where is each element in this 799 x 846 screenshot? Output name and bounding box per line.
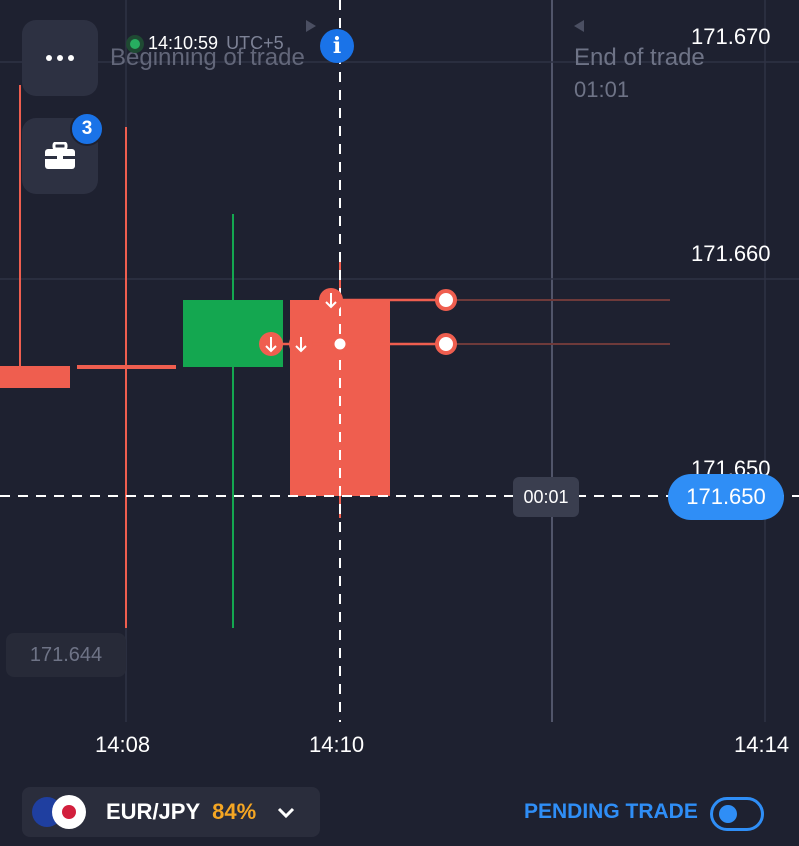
arrow-down-icon xyxy=(289,332,313,356)
payout-percent: 84% xyxy=(212,799,257,824)
clock-timezone: UTC+5 xyxy=(226,33,284,53)
time-axis-label: 14:14 xyxy=(734,732,790,757)
pending-trade-toggle[interactable] xyxy=(710,797,764,831)
end-of-trade-time: 01:01 xyxy=(574,77,630,102)
currency-flags-icon xyxy=(32,795,92,829)
current-price-badge: 171.650 xyxy=(668,474,784,520)
arrow-down-icon xyxy=(319,288,343,312)
more-menu-button[interactable] xyxy=(22,20,98,96)
trade-marker xyxy=(435,333,457,355)
arrow-down-icon xyxy=(259,332,283,356)
info-icon[interactable]: i xyxy=(320,29,354,63)
triangle-right-icon xyxy=(306,20,316,32)
briefcase-icon xyxy=(45,142,75,169)
time-axis-label: 14:10 xyxy=(309,732,365,757)
jp-flag-icon xyxy=(52,795,86,829)
candle-body-bear xyxy=(77,365,176,369)
price-axis-label: 171.660 xyxy=(691,241,771,266)
chevron-down-icon xyxy=(278,807,295,819)
toggle-knob xyxy=(719,805,737,823)
online-status-icon xyxy=(130,38,140,49)
open-trades-count-badge: 3 xyxy=(70,112,104,146)
more-icon xyxy=(46,55,74,61)
min-price-label: 171.644 xyxy=(6,633,126,677)
asset-selector[interactable]: EUR/JPY 84% xyxy=(22,787,320,837)
trade-marker xyxy=(435,289,457,311)
time-axis-label: 14:08 xyxy=(95,732,151,757)
price-chart[interactable] xyxy=(0,0,799,846)
pending-trade-label: PENDING TRADE xyxy=(524,800,698,823)
clock-time: 14:10:59 xyxy=(148,33,219,53)
candle-timer: 00:01 xyxy=(513,477,579,517)
candle-body-bear xyxy=(0,366,70,388)
triangle-left-icon xyxy=(574,20,584,32)
end-of-trade-label: End of trade xyxy=(574,44,705,71)
server-clock: 14:10:59 UTC+5 xyxy=(130,33,284,54)
asset-name: EUR/JPY xyxy=(106,799,201,824)
trade-marker xyxy=(331,335,349,353)
price-axis-label: 171.670 xyxy=(691,24,771,49)
